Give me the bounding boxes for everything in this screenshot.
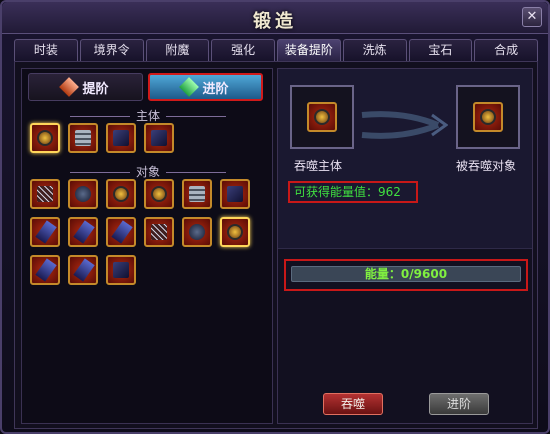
target-slot[interactable]: [456, 85, 520, 149]
blade-icon[interactable]: [68, 217, 98, 247]
subtab-promote[interactable]: 提阶: [28, 73, 143, 101]
section-main-header: 主体: [28, 107, 268, 124]
title-bar: 锻造 ✕: [2, 2, 548, 34]
tab-3[interactable]: 强化: [211, 39, 275, 61]
bat-wing-icon[interactable]: [106, 255, 136, 285]
orb-icon[interactable]: [68, 179, 98, 209]
advance-button[interactable]: 进阶: [429, 393, 489, 415]
subtab-advance-label: 进阶: [202, 81, 229, 97]
subject-item-icon: [307, 102, 337, 132]
section-main-label: 主体: [135, 109, 160, 123]
red-crystal-icon: [59, 77, 80, 97]
bat-wing-icon[interactable]: [144, 123, 174, 153]
tab-6[interactable]: 宝石: [408, 39, 473, 61]
tab-7[interactable]: 合成: [474, 39, 538, 61]
tab-1[interactable]: 境界令: [79, 39, 144, 61]
blade-icon[interactable]: [30, 217, 60, 247]
item-panel: 提阶 进阶 主体 对象: [21, 68, 273, 424]
target-item-icon: [473, 102, 503, 132]
subject-slot[interactable]: [290, 85, 354, 149]
forge-window: 锻造 ✕ 时装 境界令 附魔 强化 装备提阶 洗炼 宝石 合成 提阶 进阶 主体 对象: [0, 0, 550, 434]
bat-wing-icon[interactable]: [220, 179, 250, 209]
forge-panel: 提阶 进阶 主体 对象 吞噬主体 被吞噬对象 可获得能量值：962 能量：0/9…: [14, 61, 538, 429]
energy-bar-frame: 能量：0/9600: [284, 259, 528, 291]
section-target-label: 对象: [135, 165, 160, 179]
armor-icon[interactable]: [68, 123, 98, 153]
bat-wing-icon[interactable]: [106, 123, 136, 153]
tab-5[interactable]: 洗炼: [342, 39, 407, 61]
devour-slots-area: 吞噬主体 被吞噬对象 可获得能量值：962: [278, 69, 532, 249]
energy-bar-text: 能量：0/9600: [364, 267, 448, 281]
energy-bar: 能量：0/9600: [291, 266, 521, 282]
energy-gain-text: 可获得能量值：962: [288, 181, 418, 203]
tab-bar: 时装 境界令 附魔 强化 装备提阶 洗炼 宝石 合成: [14, 39, 538, 61]
arrow-right-icon: [361, 111, 448, 139]
ring-icon[interactable]: [30, 123, 60, 153]
armor-icon[interactable]: [182, 179, 212, 209]
target-label: 被吞噬对象: [456, 159, 517, 173]
tab-2[interactable]: 附魔: [145, 39, 210, 61]
tab-4[interactable]: 装备提阶: [277, 39, 341, 61]
subtab-advance[interactable]: 进阶: [148, 73, 263, 101]
ring-icon[interactable]: [144, 179, 174, 209]
orb-icon[interactable]: [182, 217, 212, 247]
window-title: 锻造: [253, 11, 297, 32]
ring-icon[interactable]: [106, 179, 136, 209]
devour-panel: 吞噬主体 被吞噬对象 可获得能量值：962 能量：0/9600: [277, 68, 533, 424]
subtab-promote-label: 提阶: [82, 81, 109, 97]
devour-button[interactable]: 吞噬: [323, 393, 383, 415]
green-crystal-icon: [179, 77, 200, 97]
web-icon[interactable]: [144, 217, 174, 247]
ring-icon[interactable]: [220, 217, 250, 247]
tab-0[interactable]: 时装: [14, 39, 78, 61]
web-icon[interactable]: [30, 179, 60, 209]
section-target-header: 对象: [28, 163, 268, 180]
subject-label: 吞噬主体: [294, 159, 343, 173]
close-icon[interactable]: ✕: [522, 7, 542, 27]
blade-icon[interactable]: [30, 255, 60, 285]
blade-icon[interactable]: [106, 217, 136, 247]
blade-icon[interactable]: [68, 255, 98, 285]
